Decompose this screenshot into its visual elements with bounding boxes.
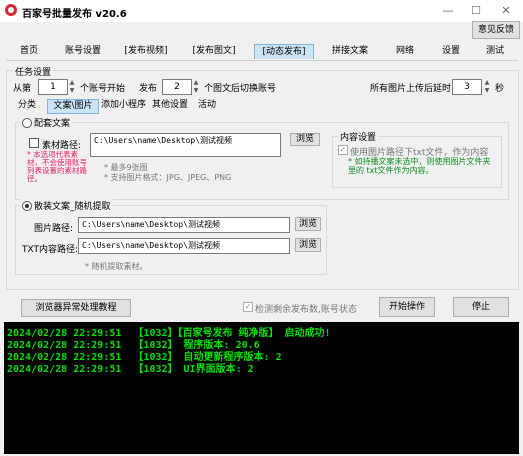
- from-suffix: 个账号开始: [80, 84, 126, 94]
- close-button[interactable]: ✕: [492, 2, 520, 20]
- tab-network[interactable]: 网络: [388, 44, 422, 59]
- publish-suffix: 个图文后切换账号: [204, 84, 277, 94]
- detect-status-checkbox[interactable]: ✓: [243, 302, 253, 312]
- console-line: 2024/02/28 22:29:51 【1032】 UI界面版本: 2: [7, 364, 254, 375]
- delay-seconds-input[interactable]: [452, 79, 482, 95]
- publish-label: 发布: [139, 84, 158, 94]
- tab-publish-article[interactable]: [发布图文]: [186, 44, 242, 59]
- txt-path-input[interactable]: C:\Users\name\Desktop\测试视频: [78, 238, 290, 254]
- stop-button[interactable]: 停止: [453, 297, 509, 317]
- image-path-label: 图片路径:: [34, 224, 74, 234]
- main-tab-bar: 首页 账号设置 [发布视频] [发布图文] [动态发布] 拼接文案 网络 设置 …: [6, 44, 518, 61]
- start-button[interactable]: 开始操作: [379, 297, 435, 317]
- start-account-stepper[interactable]: ▲ ▼: [68, 79, 76, 95]
- subtab-activity[interactable]: 活动: [198, 99, 224, 112]
- random-extract-radio[interactable]: [22, 201, 32, 211]
- browser-tutorial-button[interactable]: 浏览器异常处理教程: [21, 299, 131, 317]
- tab-account-settings[interactable]: 账号设置: [58, 44, 108, 59]
- use-txt-checkbox[interactable]: ✓: [338, 145, 348, 155]
- content-settings-title: 内容设置: [338, 130, 379, 143]
- image-format-hint: * 支持图片格式：JPG、JPEG、PNG: [104, 173, 232, 182]
- random-extract-hint: * 随机提取素材。: [85, 262, 148, 271]
- material-path-input[interactable]: C:\Users\name\Desktop\测试视频: [90, 133, 281, 157]
- txt-path-label: TXT内容路径:: [22, 245, 79, 255]
- publish-count-stepper[interactable]: ▲ ▼: [192, 79, 200, 95]
- content-green-note: * 如持播文案未选中，则使用图片文件夹里的 txt文件作为内容。: [348, 157, 491, 175]
- random-extract-title: 散装文案_随机提取: [20, 199, 113, 212]
- tab-text-splice[interactable]: 拼接文案: [324, 44, 376, 59]
- tab-test[interactable]: 测试: [478, 44, 512, 59]
- minimize-button[interactable]: —: [434, 2, 462, 20]
- tab-home[interactable]: 首页: [10, 44, 48, 59]
- subtab-category[interactable]: 分类: [18, 99, 44, 112]
- image-path-input[interactable]: C:\Users\name\Desktop\测试视频: [78, 217, 290, 233]
- window-title: 百家号批量发布 v20.6: [22, 9, 127, 20]
- task-settings-title: 任务设置: [13, 65, 54, 78]
- delay-suffix: 秒: [495, 84, 505, 94]
- detect-status-label: 检测剩余发布数,账号状态: [255, 305, 357, 315]
- delay-seconds-stepper[interactable]: ▲ ▼: [483, 79, 491, 95]
- config-text-radio[interactable]: [22, 118, 32, 128]
- material-path-checkbox[interactable]: [29, 138, 39, 148]
- console-log: 2024/02/28 22:29:51 【1032】【百家号发布 纯净版】 启动…: [4, 322, 519, 454]
- feedback-button[interactable]: 意见反馈: [472, 21, 520, 39]
- from-label: 从第: [13, 84, 32, 94]
- publish-count-input[interactable]: [162, 79, 192, 95]
- tab-dynamic-publish[interactable]: [动态发布]: [254, 44, 314, 59]
- maximize-button[interactable]: ☐: [462, 2, 490, 20]
- material-red-note: * 本选项代表素材，不会使用账号列表设置的素材路径。: [27, 150, 87, 183]
- material-browse-button[interactable]: 浏览: [290, 133, 320, 146]
- tab-settings[interactable]: 设置: [434, 44, 468, 59]
- subtab-other-settings[interactable]: 其他设置: [152, 99, 192, 112]
- tab-publish-video[interactable]: [发布视频]: [118, 44, 174, 59]
- txt-path-browse-button[interactable]: 浏览: [295, 238, 321, 252]
- subtab-text-image[interactable]: 文案\图片: [47, 99, 99, 114]
- start-account-input[interactable]: [38, 79, 68, 95]
- delay-label: 所有图片上传后延时: [370, 84, 452, 94]
- image-path-browse-button[interactable]: 浏览: [295, 217, 321, 231]
- app-logo-icon: [5, 4, 17, 16]
- subtab-add-miniprogram[interactable]: 添加小程序: [101, 99, 151, 112]
